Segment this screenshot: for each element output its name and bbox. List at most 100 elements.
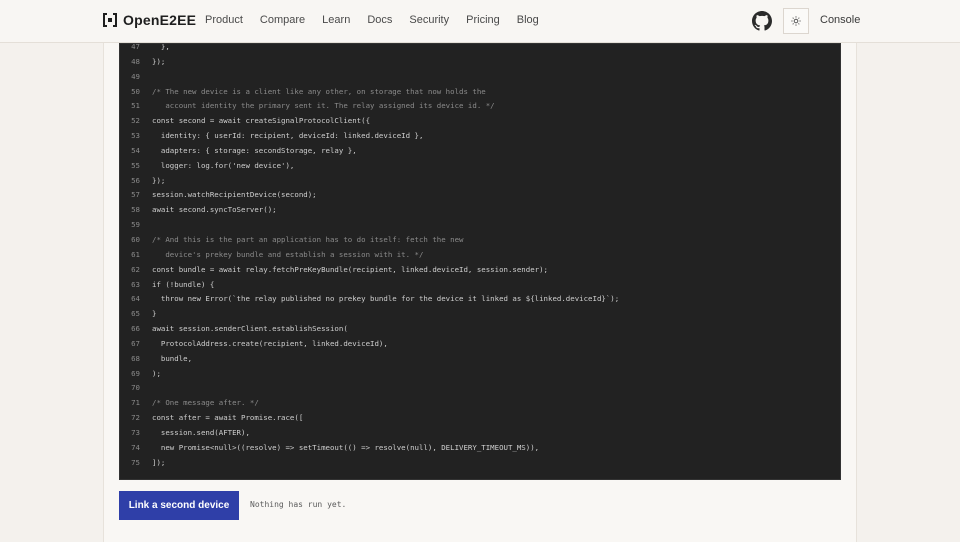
line-number: 50 [131, 86, 140, 96]
line-number: 53 [131, 131, 140, 141]
nav-product[interactable]: Product [205, 14, 243, 26]
code-text: ]); [152, 457, 166, 467]
code-text: logger: log.for('new device'), [152, 160, 295, 170]
code-lines: 47 }, 48}); 49 50/* The new device is a cli… [120, 43, 619, 471]
brand-name: OpenE2EE [123, 12, 197, 28]
code-text: await session.senderClient.establishSess… [152, 324, 348, 334]
nav-blog[interactable]: Blog [517, 14, 539, 26]
code-line: 57 session.watchRecipientDevice(second); [120, 188, 619, 203]
code-line: 56}); [120, 174, 619, 189]
code-text: const second = await createSignalProtoco… [152, 116, 371, 126]
nav-security[interactable]: Security [409, 14, 449, 26]
code-line: 48}); [120, 55, 619, 70]
brackets-logo-icon [103, 13, 117, 27]
line-number: 58 [131, 205, 140, 215]
code-line: 47 }, [120, 43, 619, 55]
line-number: 57 [131, 190, 140, 200]
code-text: } [152, 309, 157, 319]
code-text: const bundle = await relay.fetchPreKeyBu… [152, 264, 549, 274]
code-line: 71 /* One message after. */ [120, 396, 619, 411]
link-second-device-button[interactable]: Link a second device [119, 491, 239, 520]
code-line: 49 [120, 70, 619, 85]
code-text: throw new Error(`the relay published no … [152, 294, 620, 304]
line-number: 52 [131, 116, 140, 126]
code-line: 72 const after = await Promise.race([ [120, 411, 619, 426]
code-line: 52 const second = await createSignalProto… [120, 114, 619, 129]
code-line: 54 adapters: { storage: secondStorage, r… [120, 144, 619, 159]
code-text: adapters: { storage: secondStorage, rela… [152, 145, 357, 155]
line-number: 65 [131, 309, 140, 319]
code-line: 65} [120, 307, 619, 322]
theme-toggle-button[interactable] [783, 8, 809, 34]
code-text: }, [152, 43, 170, 51]
code-line: 66 await session.senderClient.establishSe… [120, 322, 619, 337]
nav-pricing[interactable]: Pricing [466, 14, 500, 26]
code-text: /* And this is the part an application h… [152, 234, 464, 244]
code-text: /* The new device is a client like any o… [152, 86, 486, 96]
code-line: 59 [120, 218, 619, 233]
code-text: identity: { userId: recipient, deviceId:… [152, 131, 424, 141]
code-text: ProtocolAddress.create(recipient, linked… [152, 338, 388, 348]
code-text: const after = await Promise.race([ [152, 413, 304, 423]
code-text: session.send(AFTER), [152, 427, 250, 437]
line-number: 72 [131, 413, 140, 423]
main-nav: Product Compare Learn Docs Security Pric… [205, 14, 556, 26]
nav-learn[interactable]: Learn [322, 14, 350, 26]
code-line: 64 throw new Error(`the relay published … [120, 292, 619, 307]
code-line: 60 /* And this is the part an application… [120, 233, 619, 248]
line-number: 51 [131, 101, 140, 111]
line-number: 55 [131, 160, 140, 170]
line-number: 59 [131, 220, 140, 230]
brand-logo[interactable]: OpenE2EE [103, 12, 196, 28]
code-line: 63 if (!bundle) { [120, 278, 619, 293]
code-text: await second.syncToServer(); [152, 205, 277, 215]
line-number: 74 [131, 442, 140, 452]
code-line: 75]); [120, 456, 619, 471]
top-header: OpenE2EE Product Compare Learn Docs Secu… [0, 0, 960, 43]
github-icon[interactable] [752, 11, 772, 31]
code-line: 74 new Promise<null>((resolve) => setTim… [120, 441, 619, 456]
line-number: 63 [131, 279, 140, 289]
code-line: 67 ProtocolAddress.create(recipient, lin… [120, 337, 619, 352]
line-number: 66 [131, 324, 140, 334]
line-number: 75 [131, 457, 140, 467]
line-number: 68 [131, 353, 140, 363]
code-block: 47 }, 48}); 49 50/* The new device is a cli… [119, 43, 841, 480]
line-number: 64 [131, 294, 140, 304]
line-number: 56 [131, 175, 140, 185]
code-line: 69); [120, 367, 619, 382]
line-number: 70 [131, 383, 140, 393]
code-line: 55 logger: log.for('new device'), [120, 159, 619, 174]
code-text: device's prekey bundle and establish a s… [152, 249, 424, 259]
nav-compare[interactable]: Compare [260, 14, 305, 26]
code-line: 70 [120, 381, 619, 396]
code-text: ); [152, 368, 161, 378]
run-status: Nothing has run yet. [250, 500, 347, 509]
line-number: 62 [131, 264, 140, 274]
code-line: 50 /* The new device is a client like any… [120, 85, 619, 100]
line-number: 54 [131, 145, 140, 155]
code-text: if (!bundle) { [152, 279, 215, 289]
code-line: 58 await second.syncToServer(); [120, 203, 619, 218]
code-line: 68 bundle, [120, 352, 619, 367]
code-text: }); [152, 56, 166, 66]
code-text: account identity the primary sent it. Th… [152, 101, 495, 111]
line-number: 71 [131, 398, 140, 408]
line-number: 47 [131, 43, 140, 51]
line-number: 73 [131, 427, 140, 437]
code-line: 62 const bundle = await relay.fetchPreKey… [120, 263, 619, 278]
code-text: new Promise<null>((resolve) => setTimeou… [152, 442, 540, 452]
line-number: 48 [131, 56, 140, 66]
code-text: session.watchRecipientDevice(second); [152, 190, 317, 200]
sun-icon [791, 16, 801, 26]
code-line: 61 device's prekey bundle and establish … [120, 248, 619, 263]
line-number: 61 [131, 249, 140, 259]
nav-docs[interactable]: Docs [367, 14, 392, 26]
code-text: }); [152, 175, 166, 185]
code-line: 53 identity: { userId: recipient, device… [120, 129, 619, 144]
code-text: bundle, [152, 353, 193, 363]
line-number: 67 [131, 338, 140, 348]
line-number: 69 [131, 368, 140, 378]
line-number: 60 [131, 234, 140, 244]
console-link[interactable]: Console [820, 14, 860, 26]
